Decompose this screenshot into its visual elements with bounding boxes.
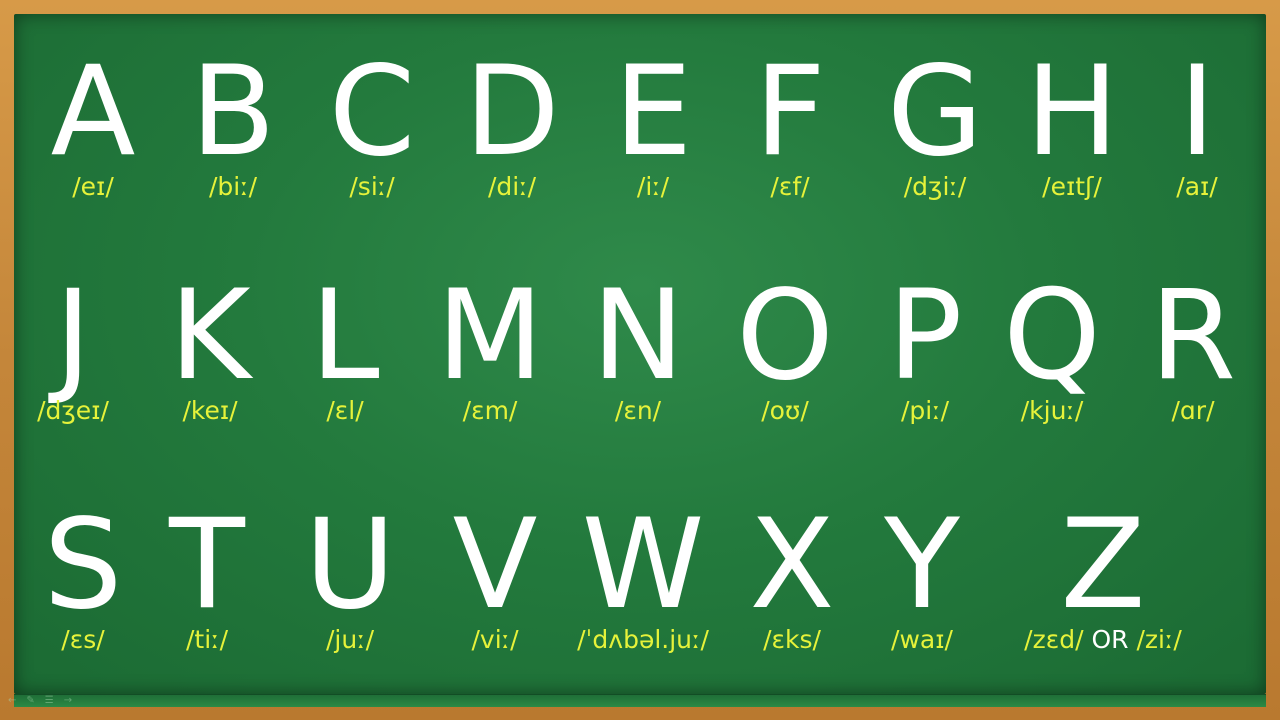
pronunciation-primary: /zɛd/ xyxy=(1024,625,1084,654)
letter: U xyxy=(304,493,396,637)
alphabet-card-o: O /oʊ/ xyxy=(705,264,865,426)
letter: T xyxy=(169,493,245,637)
alphabet-card-t: T /tiː/ xyxy=(127,493,287,655)
letter: L xyxy=(310,264,380,408)
pronunciation: /ɛm/ xyxy=(462,396,518,425)
alphabet-card-d: D /diː/ xyxy=(432,40,592,202)
pronunciation: /zɛd/ OR /ziː/ xyxy=(993,625,1213,655)
letter: G xyxy=(886,40,984,184)
pronunciation: /eɪ/ xyxy=(72,172,114,201)
alphabet-card-e: E /iː/ xyxy=(573,40,733,202)
letter: E xyxy=(613,40,693,184)
letter: Z xyxy=(1060,493,1146,637)
alphabet-card-a: A /eɪ/ xyxy=(13,40,173,202)
alphabet-card-r: R /ɑr/ xyxy=(1113,264,1273,426)
pronunciation: /aɪ/ xyxy=(1176,172,1218,201)
pronunciation: /biː/ xyxy=(208,172,258,201)
alphabet-card-u: U /juː/ xyxy=(270,493,430,655)
pronunciation: /ɛf/ xyxy=(770,172,810,201)
letter: O xyxy=(736,264,834,408)
letter: I xyxy=(1178,40,1216,184)
letter: N xyxy=(591,264,685,408)
player-controls: ← ✎ ☰ → xyxy=(8,696,72,706)
pronunciation: /diː/ xyxy=(487,172,537,201)
arrow-left-icon[interactable]: ← xyxy=(8,696,16,706)
pronunciation: /ɛn/ xyxy=(614,396,662,425)
alphabet-card-i: I /aɪ/ xyxy=(1117,40,1277,202)
letter: V xyxy=(452,493,538,637)
alphabet-card-w: W /ˈdʌbəl.juː/ xyxy=(563,493,723,655)
letter: F xyxy=(754,40,826,184)
or-label: OR xyxy=(1091,625,1129,654)
pronunciation: /viː/ xyxy=(471,625,519,654)
pronunciation: /dʒiː/ xyxy=(903,172,967,201)
chalk-tray xyxy=(14,694,1266,707)
alphabet-card-n: N /ɛn/ xyxy=(558,264,718,426)
alphabet-card-g: G /dʒiː/ xyxy=(855,40,1015,202)
alphabet-card-y: Y /waɪ/ xyxy=(842,493,1002,655)
arrow-right-icon[interactable]: → xyxy=(64,696,72,706)
letter: R xyxy=(1149,264,1237,408)
pronunciation-alternate: /ziː/ xyxy=(1136,625,1182,654)
alphabet-card-q: Q /kjuː/ xyxy=(972,264,1132,426)
letter: M xyxy=(436,264,544,408)
pronunciation: /siː/ xyxy=(349,172,395,201)
letter: C xyxy=(328,40,416,184)
alphabet-card-l: L /ɛl/ xyxy=(265,264,425,426)
alphabet-card-b: B /biː/ xyxy=(153,40,313,202)
letter: Y xyxy=(884,493,960,637)
pronunciation: /juː/ xyxy=(325,625,375,654)
menu-icon[interactable]: ☰ xyxy=(45,696,54,706)
letter: A xyxy=(50,40,136,184)
alphabet-card-c: C /siː/ xyxy=(292,40,452,202)
pronunciation: /oʊ/ xyxy=(761,396,809,425)
pronunciation: /ɑr/ xyxy=(1171,396,1215,425)
pronunciation: /ɛl/ xyxy=(326,396,364,425)
pronunciation: /kjuː/ xyxy=(1020,396,1084,425)
letter: W xyxy=(581,493,705,637)
pronunciation: /waɪ/ xyxy=(891,625,953,654)
pencil-icon[interactable]: ✎ xyxy=(26,696,34,706)
letter: B xyxy=(190,40,276,184)
pronunciation: /ˈdʌbəl.juː/ xyxy=(577,625,709,654)
alphabet-card-v: V /viː/ xyxy=(415,493,575,655)
pronunciation: /tiː/ xyxy=(185,625,229,654)
alphabet-card-m: M /ɛm/ xyxy=(410,264,570,426)
pronunciation: /iː/ xyxy=(636,172,670,201)
letter: D xyxy=(464,40,560,184)
alphabet-card-z: Z /zɛd/ OR /ziː/ xyxy=(993,493,1213,655)
alphabet-card-f: F /ɛf/ xyxy=(710,40,870,202)
letter: Q xyxy=(1003,264,1101,408)
